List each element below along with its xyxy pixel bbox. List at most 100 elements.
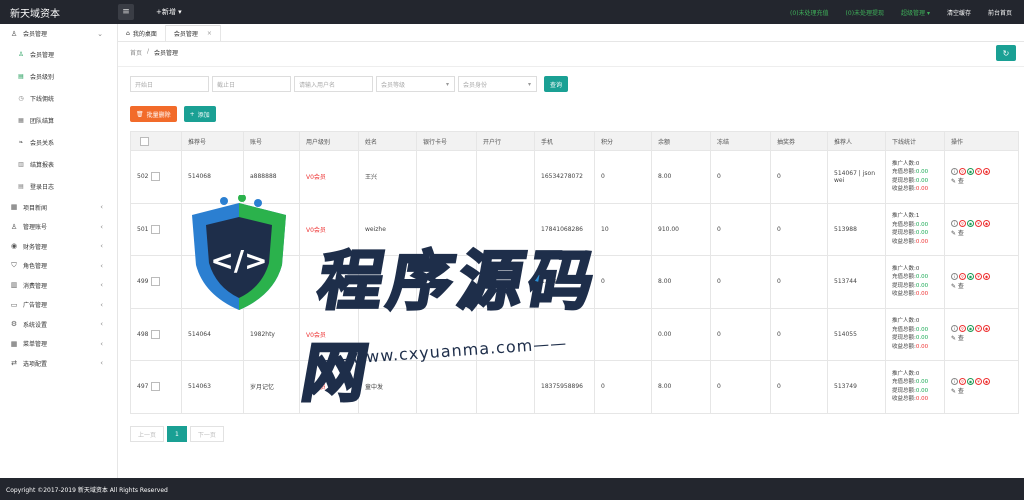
view-icon[interactable]: ◉ [967, 272, 974, 280]
batch-delete-button[interactable]: 🗑 批量删除 [130, 106, 177, 122]
sidebar-group-4[interactable]: ⛉ 角色管理 ‹ [0, 256, 117, 276]
sidebar-group-3[interactable]: ◉ 财务管理 ‹ [0, 237, 117, 257]
stat-label: 收益总额: [892, 186, 916, 193]
stat-value: 0.00 [915, 274, 929, 281]
sidebar-group-7[interactable]: ⚙ 系统设置 ‹ [0, 315, 117, 335]
sidebar-group-5[interactable]: ▥ 消费管理 ‹ [0, 276, 117, 296]
page-1-button[interactable]: 1 [167, 426, 187, 442]
view-icon[interactable]: ◉ [967, 167, 974, 175]
next-page-button[interactable]: 下一页 [189, 426, 224, 442]
edit-link[interactable]: ✎ 查 [951, 229, 1018, 239]
search-icon[interactable]: ⚲ [959, 377, 966, 385]
stat-line: 充值总额:0.00 [892, 378, 944, 387]
tag-icon[interactable]: ◆ [983, 377, 990, 385]
top-link-3[interactable]: 清空缓存 [947, 8, 971, 17]
sidebar-group-label: 菜单管理 [23, 341, 48, 349]
view-icon[interactable]: ◉ [967, 377, 974, 385]
row-checkbox[interactable] [151, 277, 161, 287]
top-link-4[interactable]: 前台首页 [988, 8, 1012, 17]
column-header: 银行卡号 [416, 131, 477, 151]
brand-logo[interactable]: 新天域资本 [0, 5, 118, 20]
view-icon[interactable]: ◉ [967, 325, 974, 333]
edit-link[interactable]: ✎ 查 [951, 387, 1018, 397]
info-icon[interactable]: i [951, 325, 958, 333]
info-icon[interactable]: i [951, 220, 958, 228]
money-icon[interactable]: ¥ [975, 220, 982, 228]
row-checkbox[interactable] [151, 224, 161, 234]
tag-icon[interactable]: ◆ [983, 325, 990, 333]
sidebar-item-label: 下线佣统 [30, 96, 55, 103]
money-icon[interactable]: ¥ [975, 325, 982, 333]
sidebar-group-icon: ⛉ [11, 261, 17, 270]
row-id-cell: 498 [130, 307, 182, 361]
top-link-0[interactable]: (0)未处理充值 [790, 8, 829, 17]
sidebar-item-3[interactable]: ▦ 团队结算 [0, 110, 117, 132]
row-checkbox[interactable] [151, 172, 161, 182]
query-button[interactable]: 查询 [544, 76, 569, 92]
cell-phone: 17841068286 [534, 202, 595, 256]
sidebar-item-5[interactable]: ▥ 结算报表 [0, 154, 117, 176]
tag-icon[interactable]: ◆ [983, 272, 990, 280]
home-icon: ⌂ [126, 29, 130, 37]
tag-icon[interactable]: ◆ [983, 167, 990, 175]
stat-value: 0 [915, 160, 920, 167]
sidebar-group-6[interactable]: ▭ 广告管理 ‹ [0, 295, 117, 315]
chevron-icon: ‹ [100, 242, 103, 251]
sidebar-item-4[interactable]: ❧ 会员关系 [0, 132, 117, 154]
sidebar-group-label: 角色管理 [23, 263, 48, 271]
money-icon[interactable]: ¥ [975, 377, 982, 385]
end-date-input[interactable]: 截止日 [212, 76, 291, 92]
money-icon[interactable]: ¥ [975, 167, 982, 175]
identity-select[interactable]: 会员身份 [458, 76, 537, 92]
sidebar-group-9[interactable]: ⇄ 选项配置 ‹ [0, 354, 117, 374]
top-link-1[interactable]: (0)未处理提现 [846, 8, 885, 17]
cell-level [299, 255, 359, 309]
sidebar-group-2[interactable]: ♙ 管理账号 ‹ [0, 217, 117, 237]
refresh-button[interactable]: ↻ [996, 45, 1016, 61]
tab-1[interactable]: 会员管理 × [165, 25, 221, 41]
edit-link[interactable]: ✎ 查 [951, 282, 1018, 292]
select-all-checkbox[interactable] [140, 136, 149, 146]
edit-link[interactable]: ✎ 查 [951, 177, 1018, 187]
stat-value: 0.00 [915, 221, 929, 228]
cell-card [416, 255, 477, 309]
edit-link[interactable]: ✎ 查 [951, 334, 1018, 344]
search-icon[interactable]: ⚲ [959, 220, 966, 228]
search-icon[interactable]: ⚲ [959, 325, 966, 333]
info-icon[interactable]: i [951, 272, 958, 280]
info-icon[interactable]: i [951, 377, 958, 385]
tab-0[interactable]: ⌂ 我的桌面 [118, 25, 166, 41]
username-input[interactable]: 请输入用户名 [294, 76, 373, 92]
new-dropdown[interactable]: +新增 ▾ [156, 7, 182, 17]
stat-line: 充值总额:0.00 [892, 326, 944, 335]
sidebar-group-label: 消费管理 [23, 282, 48, 290]
money-icon[interactable]: ¥ [975, 272, 982, 280]
level-select[interactable]: 会员等级 [376, 76, 455, 92]
breadcrumb-home[interactable]: 首页 [130, 48, 142, 57]
prev-page-button[interactable]: 上一页 [130, 426, 165, 442]
row-checkbox[interactable] [151, 382, 161, 392]
footer-copyright: Copyright ©2017-2019 新天域资本 All Rights Re… [0, 478, 1024, 500]
search-icon[interactable]: ⚲ [959, 272, 966, 280]
info-icon[interactable]: i [951, 167, 958, 175]
add-button[interactable]: + 添加 [183, 106, 216, 122]
top-link-2[interactable]: 超级管理 ▾ [901, 8, 930, 17]
column-header: 姓名 [358, 131, 417, 151]
sidebar-item-2[interactable]: ◷ 下线佣统 [0, 88, 117, 110]
sidebar-item-6[interactable]: ▤ 登录日志 [0, 176, 117, 198]
stat-value: 0.00 [915, 238, 929, 245]
menu-toggle-button[interactable]: ≡ [118, 4, 134, 20]
search-icon[interactable]: ⚲ [959, 167, 966, 175]
sidebar-group-0[interactable]: ♙ 会员管理 ⌄ [0, 24, 117, 44]
sidebar-group-8[interactable]: ▦ 菜单管理 ‹ [0, 334, 117, 354]
start-date-input[interactable]: 开始日 [130, 76, 209, 92]
chevron-icon: ‹ [100, 320, 103, 329]
sidebar-item-1[interactable]: ▤ 会员级别 [0, 66, 117, 88]
pagination: 上一页 1 下一页 [130, 426, 224, 442]
view-icon[interactable]: ◉ [967, 220, 974, 228]
close-icon[interactable]: × [207, 30, 212, 37]
tag-icon[interactable]: ◆ [983, 220, 990, 228]
sidebar-item-0[interactable]: ♙ 会员管理 [0, 44, 117, 66]
row-checkbox[interactable] [151, 329, 161, 339]
sidebar-group-1[interactable]: ▦ 项目新闻 ‹ [0, 198, 117, 218]
